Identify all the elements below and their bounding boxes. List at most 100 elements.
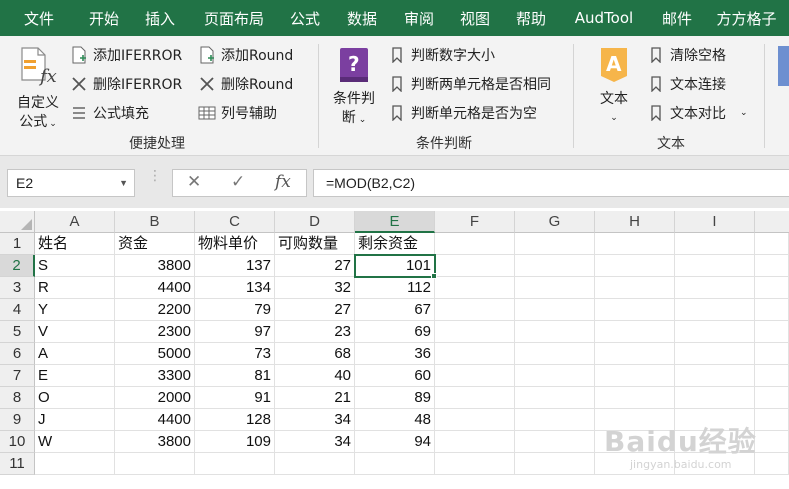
cell-d11[interactable]	[275, 453, 355, 475]
cell-j5[interactable]	[755, 321, 789, 343]
cell-b11[interactable]	[115, 453, 195, 475]
tab-file[interactable]: 文件	[0, 0, 78, 36]
text-button[interactable]: A 文本 ⌄	[592, 46, 636, 128]
cell-b4[interactable]: 2200	[115, 299, 195, 321]
column-header-c[interactable]: C	[195, 211, 275, 233]
cell-i2[interactable]	[675, 255, 755, 277]
tab-fangfang[interactable]: 方方格子	[704, 0, 789, 36]
cell-e2[interactable]: 101	[355, 255, 435, 277]
tab-data[interactable]: 数据	[332, 0, 392, 36]
tab-mail[interactable]: 邮件	[650, 0, 704, 36]
cell-c11[interactable]	[195, 453, 275, 475]
del-round-button[interactable]: 删除Round	[198, 73, 293, 95]
cancel-icon[interactable]: ✕	[187, 172, 201, 192]
cell-d2[interactable]: 27	[275, 255, 355, 277]
cell-i6[interactable]	[675, 343, 755, 365]
enter-icon[interactable]: ✓	[231, 172, 245, 192]
cell-d9[interactable]: 34	[275, 409, 355, 431]
row-header-4[interactable]: 4	[0, 299, 35, 321]
cell-g4[interactable]	[515, 299, 595, 321]
row-header-10[interactable]: 10	[0, 431, 35, 453]
tab-review[interactable]: 审阅	[392, 0, 446, 36]
row-header-8[interactable]: 8	[0, 387, 35, 409]
cell-c5[interactable]: 97	[195, 321, 275, 343]
cell-c2[interactable]: 137	[195, 255, 275, 277]
cell-b9[interactable]: 4400	[115, 409, 195, 431]
cell-g5[interactable]	[515, 321, 595, 343]
cell-f5[interactable]	[435, 321, 515, 343]
tab-audtool[interactable]: AudTool	[558, 0, 650, 36]
cell-g8[interactable]	[515, 387, 595, 409]
cell-e7[interactable]: 60	[355, 365, 435, 387]
cell-h4[interactable]	[595, 299, 675, 321]
cell-b10[interactable]: 3800	[115, 431, 195, 453]
formula-fill-button[interactable]: 公式填充	[70, 102, 149, 124]
text-join-button[interactable]: 文本连接	[647, 73, 726, 95]
cell-f8[interactable]	[435, 387, 515, 409]
col-helper-button[interactable]: 列号辅助	[198, 102, 277, 124]
cell-j7[interactable]	[755, 365, 789, 387]
tab-home[interactable]: 开始	[78, 0, 130, 36]
chevron-down-icon[interactable]: ⌄	[740, 108, 748, 118]
cond-cell-empty-button[interactable]: 判断单元格是否为空	[388, 102, 537, 124]
row-header-2[interactable]: 2	[0, 255, 35, 277]
tab-help[interactable]: 帮助	[504, 0, 558, 36]
cell-c6[interactable]: 73	[195, 343, 275, 365]
fill-handle[interactable]	[431, 273, 437, 279]
cell-a10[interactable]: W	[35, 431, 115, 453]
formula-input[interactable]: =MOD(B2,C2)	[313, 169, 789, 197]
cell-i1[interactable]	[675, 233, 755, 255]
clear-spaces-button[interactable]: 清除空格	[647, 44, 726, 66]
tab-page-layout[interactable]: 页面布局	[190, 0, 278, 36]
cell-a6[interactable]: A	[35, 343, 115, 365]
select-all-corner[interactable]	[0, 211, 35, 233]
cell-g6[interactable]	[515, 343, 595, 365]
cell-b1[interactable]: 资金	[115, 233, 195, 255]
tab-view[interactable]: 视图	[446, 0, 504, 36]
column-header-i[interactable]: I	[675, 211, 755, 233]
cell-d8[interactable]: 21	[275, 387, 355, 409]
cell-j2[interactable]	[755, 255, 789, 277]
cell-e8[interactable]: 89	[355, 387, 435, 409]
dropdown-arrow-icon[interactable]: ▼	[119, 170, 128, 196]
cell-h5[interactable]	[595, 321, 675, 343]
custom-formula-button[interactable]: fx 自定义 公式 ⌄	[10, 46, 66, 134]
cell-e4[interactable]: 67	[355, 299, 435, 321]
cell-g7[interactable]	[515, 365, 595, 387]
row-header-9[interactable]: 9	[0, 409, 35, 431]
add-round-button[interactable]: 添加Round	[198, 44, 293, 66]
cell-c7[interactable]: 81	[195, 365, 275, 387]
text-compare-button[interactable]: 文本对比 ⌄	[647, 102, 748, 124]
tab-formulas[interactable]: 公式	[278, 0, 332, 36]
next-group-icon[interactable]	[778, 46, 789, 86]
row-header-6[interactable]: 6	[0, 343, 35, 365]
cell-e3[interactable]: 112	[355, 277, 435, 299]
cell-h6[interactable]	[595, 343, 675, 365]
cell-a9[interactable]: J	[35, 409, 115, 431]
cell-j8[interactable]	[755, 387, 789, 409]
cond-cells-same-button[interactable]: 判断两单元格是否相同	[388, 73, 551, 95]
cell-j6[interactable]	[755, 343, 789, 365]
cell-d10[interactable]: 34	[275, 431, 355, 453]
cell-f2[interactable]	[435, 255, 515, 277]
cell-h2[interactable]	[595, 255, 675, 277]
cell-h1[interactable]	[595, 233, 675, 255]
cond-number-size-button[interactable]: 判断数字大小	[388, 44, 495, 66]
name-box[interactable]: E2 ▼	[7, 169, 135, 197]
column-header-j-partial[interactable]	[755, 211, 789, 233]
cell-h7[interactable]	[595, 365, 675, 387]
cell-f7[interactable]	[435, 365, 515, 387]
cell-h8[interactable]	[595, 387, 675, 409]
cell-b6[interactable]: 5000	[115, 343, 195, 365]
column-header-f[interactable]: F	[435, 211, 515, 233]
column-header-g[interactable]: G	[515, 211, 595, 233]
cell-e1[interactable]: 剩余资金	[355, 233, 435, 255]
cell-c9[interactable]: 128	[195, 409, 275, 431]
cell-f4[interactable]	[435, 299, 515, 321]
cell-c1[interactable]: 物料单价	[195, 233, 275, 255]
row-header-1[interactable]: 1	[0, 233, 35, 255]
cell-b7[interactable]: 3300	[115, 365, 195, 387]
cell-d6[interactable]: 68	[275, 343, 355, 365]
cell-a1[interactable]: 姓名	[35, 233, 115, 255]
cell-b2[interactable]: 3800	[115, 255, 195, 277]
